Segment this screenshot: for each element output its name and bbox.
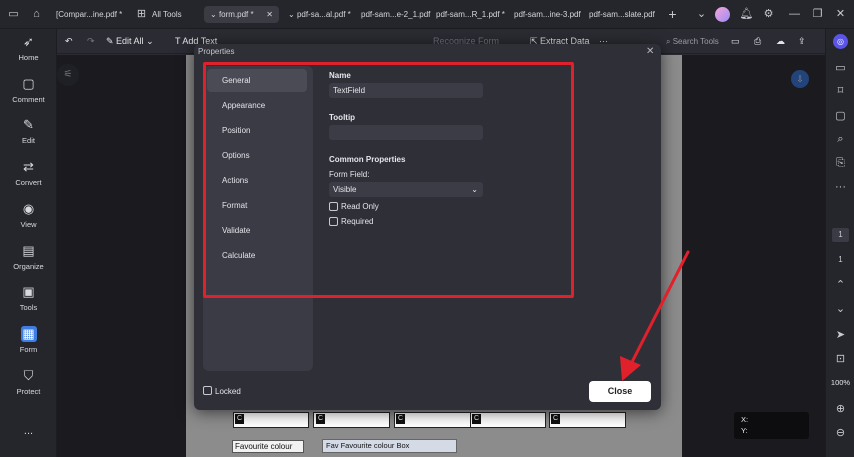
arrow-head (620, 356, 641, 381)
arrow-shaft (629, 250, 690, 366)
annotation-arrow (620, 250, 690, 381)
